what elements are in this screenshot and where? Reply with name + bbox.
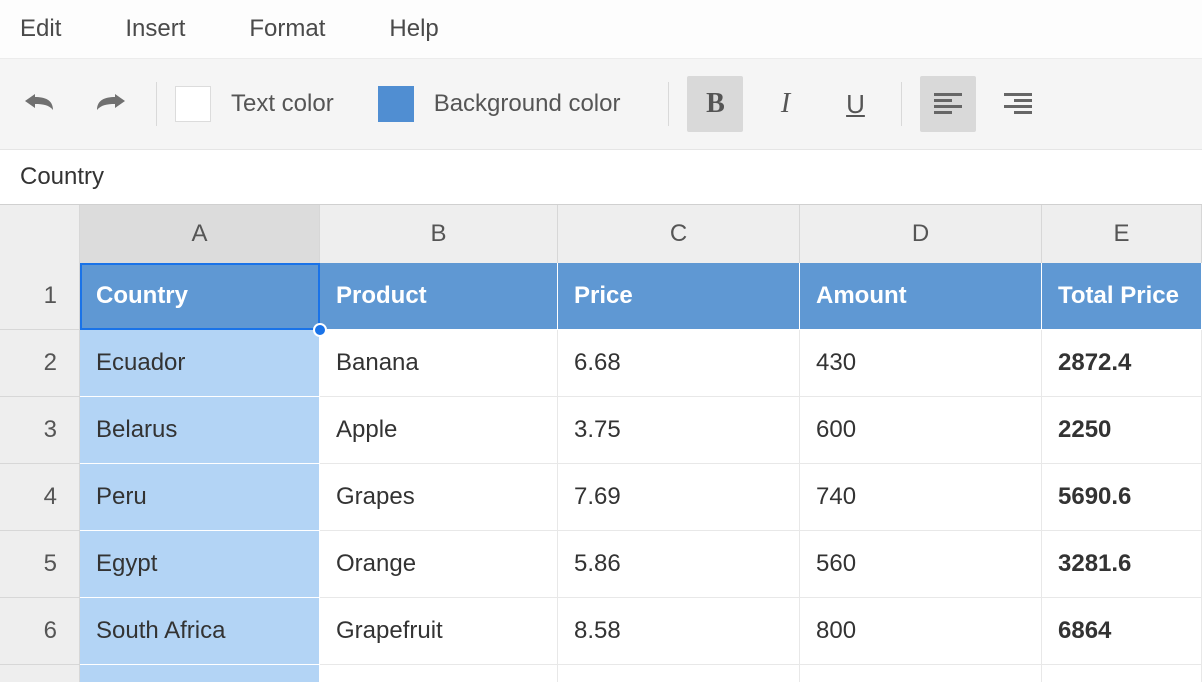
cell-b3[interactable]: Apple xyxy=(320,397,558,464)
italic-icon: I xyxy=(781,88,790,120)
toolbar-separator xyxy=(901,82,902,126)
underline-icon: U xyxy=(846,89,865,120)
cell-c2[interactable]: 6.68 xyxy=(558,330,800,397)
select-all-corner[interactable] xyxy=(0,205,80,263)
cell-c3[interactable]: 3.75 xyxy=(558,397,800,464)
formula-bar-value: Country xyxy=(20,163,104,191)
spreadsheet-grid: A B C D E 1 Country Product Price Amount… xyxy=(0,204,1202,682)
menu-edit[interactable]: Edit xyxy=(10,7,83,51)
column-header-c[interactable]: C xyxy=(558,205,800,263)
cell-d2[interactable]: 430 xyxy=(800,330,1042,397)
table-row: 3 Belarus Apple 3.75 600 2250 xyxy=(0,397,1202,464)
column-header-d[interactable]: D xyxy=(800,205,1042,263)
cell-a7[interactable] xyxy=(80,665,320,682)
table-row: 4 Peru Grapes 7.69 740 5690.6 xyxy=(0,464,1202,531)
row-header-1[interactable]: 1 xyxy=(0,263,80,330)
row-header-7[interactable] xyxy=(0,665,80,682)
cell-e7[interactable] xyxy=(1042,665,1202,682)
table-row: 6 South Africa Grapefruit 8.58 800 6864 xyxy=(0,598,1202,665)
cell-e4[interactable]: 5690.6 xyxy=(1042,464,1202,531)
align-left-button[interactable] xyxy=(920,76,976,132)
cell-c1[interactable]: Price xyxy=(558,263,800,330)
row-header-4[interactable]: 4 xyxy=(0,464,80,531)
background-color-swatch[interactable] xyxy=(378,86,414,122)
table-row: 2 Ecuador Banana 6.68 430 2872.4 xyxy=(0,330,1202,397)
text-color-label: Text color xyxy=(231,90,334,118)
align-right-icon xyxy=(1004,93,1032,115)
cell-b2[interactable]: Banana xyxy=(320,330,558,397)
undo-button[interactable] xyxy=(12,76,68,132)
row-header-6[interactable]: 6 xyxy=(0,598,80,665)
cell-b6[interactable]: Grapefruit xyxy=(320,598,558,665)
table-row xyxy=(0,665,1202,682)
toolbar: Text color Background color B I U xyxy=(0,58,1202,150)
cell-c6[interactable]: 8.58 xyxy=(558,598,800,665)
cell-a1[interactable]: Country xyxy=(80,263,320,330)
cell-b1[interactable]: Product xyxy=(320,263,558,330)
cell-a4[interactable]: Peru xyxy=(80,464,320,531)
cell-e3[interactable]: 2250 xyxy=(1042,397,1202,464)
row-header-5[interactable]: 5 xyxy=(0,531,80,598)
cell-b7[interactable] xyxy=(320,665,558,682)
cell-a5[interactable]: Egypt xyxy=(80,531,320,598)
cell-a3[interactable]: Belarus xyxy=(80,397,320,464)
formula-bar[interactable]: Country xyxy=(0,150,1202,204)
toolbar-separator xyxy=(156,82,157,126)
cell-e5[interactable]: 3281.6 xyxy=(1042,531,1202,598)
bold-icon: B xyxy=(706,88,725,120)
table-row: 5 Egypt Orange 5.86 560 3281.6 xyxy=(0,531,1202,598)
bold-button[interactable]: B xyxy=(687,76,743,132)
redo-icon xyxy=(93,94,127,114)
menu-bar: Edit Insert Format Help xyxy=(0,0,1202,58)
cell-b5[interactable]: Orange xyxy=(320,531,558,598)
cell-b4[interactable]: Grapes xyxy=(320,464,558,531)
cell-c7[interactable] xyxy=(558,665,800,682)
redo-button[interactable] xyxy=(82,76,138,132)
cell-d7[interactable] xyxy=(800,665,1042,682)
cell-d3[interactable]: 600 xyxy=(800,397,1042,464)
italic-button[interactable]: I xyxy=(757,76,813,132)
background-color-label: Background color xyxy=(434,90,621,118)
undo-icon xyxy=(23,94,57,114)
menu-help[interactable]: Help xyxy=(367,7,460,51)
cell-d4[interactable]: 740 xyxy=(800,464,1042,531)
column-header-e[interactable]: E xyxy=(1042,205,1202,263)
cell-c5[interactable]: 5.86 xyxy=(558,531,800,598)
cell-a2[interactable]: Ecuador xyxy=(80,330,320,397)
align-right-button[interactable] xyxy=(990,76,1046,132)
menu-insert[interactable]: Insert xyxy=(103,7,207,51)
table-row: 1 Country Product Price Amount Total Pri… xyxy=(0,263,1202,330)
cell-d5[interactable]: 560 xyxy=(800,531,1042,598)
cell-c4[interactable]: 7.69 xyxy=(558,464,800,531)
column-header-a[interactable]: A xyxy=(80,205,320,263)
text-color-swatch[interactable] xyxy=(175,86,211,122)
menu-format[interactable]: Format xyxy=(227,7,347,51)
align-left-icon xyxy=(934,93,962,115)
cell-e6[interactable]: 6864 xyxy=(1042,598,1202,665)
cell-e1[interactable]: Total Price xyxy=(1042,263,1202,330)
row-header-3[interactable]: 3 xyxy=(0,397,80,464)
row-header-2[interactable]: 2 xyxy=(0,330,80,397)
cell-e2[interactable]: 2872.4 xyxy=(1042,330,1202,397)
cell-d6[interactable]: 800 xyxy=(800,598,1042,665)
cell-a6[interactable]: South Africa xyxy=(80,598,320,665)
toolbar-separator xyxy=(668,82,669,126)
underline-button[interactable]: U xyxy=(827,76,883,132)
column-header-b[interactable]: B xyxy=(320,205,558,263)
column-headers: A B C D E xyxy=(0,205,1202,263)
cell-d1[interactable]: Amount xyxy=(800,263,1042,330)
